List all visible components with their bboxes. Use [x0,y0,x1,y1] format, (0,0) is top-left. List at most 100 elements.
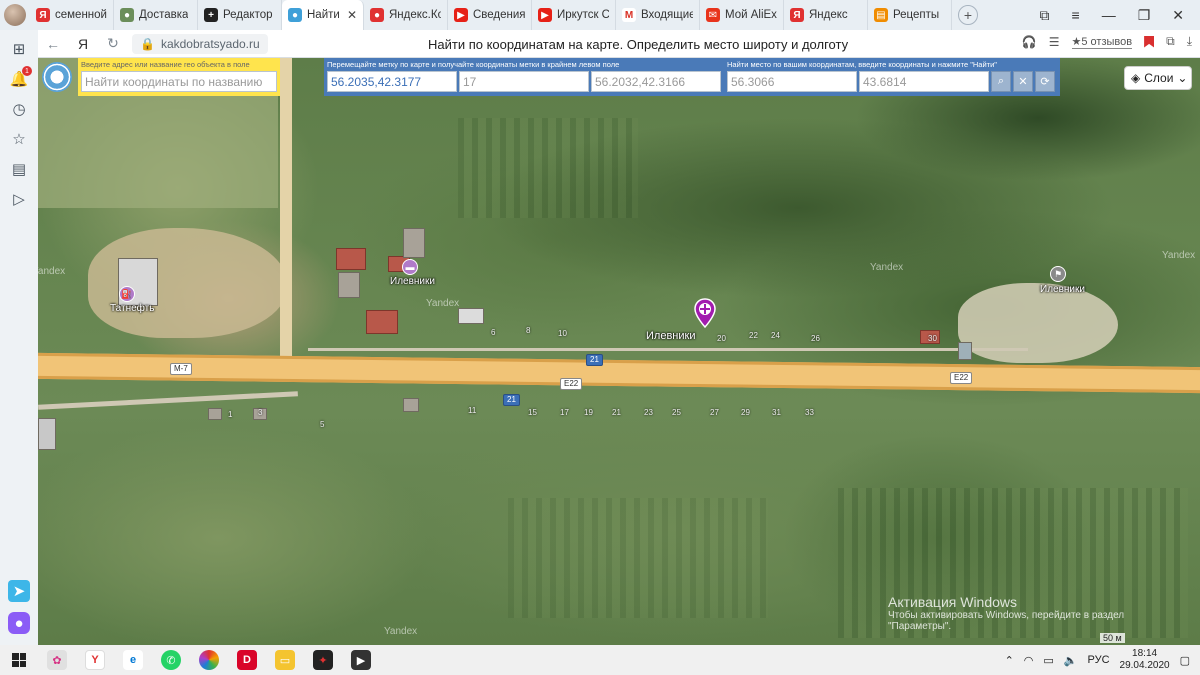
browser-tab[interactable]: ▶ Иркутск С [532,0,616,30]
search-panel-label: Введите адрес или название гео объекта в… [81,60,250,69]
taskbar-app[interactable]: ✿ [38,645,76,675]
taskbar-app[interactable]: ✦ [304,645,342,675]
minimize-icon[interactable]: — [1102,7,1116,24]
road-vertical [280,58,292,363]
flag-icon[interactable]: ⚑ [1050,266,1066,282]
browser-tab[interactable]: Я Яндекс [784,0,868,30]
tab-label: Сведения [473,9,525,21]
clock-icon[interactable]: ◷ [8,98,30,120]
browser-tab[interactable]: ▤ Рецепты [868,0,952,30]
windows-icon [12,653,26,667]
layers-button[interactable]: ◈ Слои ⌄ [1124,66,1192,90]
road-shield-e22: E22 [560,378,583,390]
latitude-input[interactable]: 56.3066 [727,71,857,92]
headphones-icon[interactable]: 🎧 [1022,35,1037,49]
profile-avatar[interactable] [0,0,30,30]
marker-coords-field[interactable]: 56.2035,42.3177 [327,71,457,92]
reader-icon[interactable]: ☰ [1049,35,1060,49]
bell-icon[interactable]: 🔔 1 [8,66,32,90]
close-tab-icon[interactable]: ✕ [347,8,357,22]
chevron-down-icon: ⌄ [1177,71,1188,85]
download-icon[interactable]: ⤓ [1187,34,1192,49]
browser-tab[interactable]: + Редактор [198,0,282,30]
building [403,228,425,258]
network-icon[interactable]: ◠ [1024,654,1034,667]
menu-icon[interactable]: ≡ [1072,7,1080,24]
grid-icon[interactable]: ⊞ [8,38,30,60]
satellite-map[interactable]: М-7 E22 E22 21 21 6 8 10 20 22 24 26 30 … [38,58,1200,645]
notes-icon[interactable]: ▤ [8,158,30,180]
tab-favicon-icon: ▤ [874,8,888,22]
taskbar-app[interactable] [190,645,228,675]
restore-icon[interactable]: ❐ [1138,7,1151,24]
tab-label: Входящие [641,9,693,21]
yandex-icon[interactable]: Я [68,36,98,52]
extensions-icon[interactable]: ⧉ [1166,34,1175,49]
longitude-input[interactable]: 43.6814 [859,71,989,92]
taskbar-app[interactable]: ✆ [152,645,190,675]
browser-tab[interactable]: Ясеменной [30,0,114,30]
browser-sidebar: ⊞ 🔔 1 ◷ ☆ ▤ ▷ ➤ ● [0,30,38,645]
layers-label: Слои [1144,71,1174,85]
place-label-hotel: Илевники [390,276,435,287]
new-tab-button[interactable]: + [958,5,978,25]
corner-coords-field[interactable]: 56.2032,42.3166 [591,71,721,92]
hotel-icon[interactable]: ▬ [402,259,418,275]
reload-icon[interactable]: ↻ [98,35,128,52]
location-pin-icon[interactable] [694,298,716,328]
house-number: 24 [771,331,780,340]
star-icon[interactable]: ☆ [8,128,30,150]
reviews-link[interactable]: ★5 отзывов [1071,35,1133,49]
search-input[interactable]: Найти координаты по названию [81,71,277,92]
taskbar-app[interactable]: ▶ [342,645,380,675]
wifi-icon[interactable]: ▭ [1043,654,1053,667]
browser-tab[interactable]: ● Доставка [114,0,198,30]
tab-favicon-icon: ▶ [454,8,468,22]
send-icon[interactable]: ➤ [8,580,30,602]
tab-label: Рецепты [893,9,940,21]
windows-activation-notice: Активация Windows Чтобы активировать Win… [888,594,1124,632]
tab-label: Иркутск С [557,9,609,21]
language-indicator[interactable]: РУС [1088,654,1110,666]
tab-favicon-icon: + [204,8,218,22]
refresh-button[interactable]: ⟳ [1035,71,1055,92]
activation-subtitle: Чтобы активировать Windows, перейдите в … [888,610,1125,621]
folder-icon: ▭ [275,650,295,670]
url-field[interactable]: 🔒 kakdobratsyado.ru [132,33,268,54]
building [366,310,398,334]
collections-icon[interactable]: ⧉ [1040,7,1050,24]
road-secondary [38,391,298,410]
tab-label: Мой AliExp [725,9,777,21]
start-button[interactable] [0,645,38,675]
logo-icon [42,62,72,92]
taskbar-app[interactable]: Y [76,645,114,675]
building [458,308,484,324]
browser-tab[interactable]: ● Найти по ✕ [282,0,364,30]
taskbar-app[interactable]: e [114,645,152,675]
chevron-up-icon[interactable]: ⌃ [1005,654,1014,667]
browser-tab[interactable]: ▶ Сведения [448,0,532,30]
volume-icon[interactable]: 🔈 [1064,654,1078,667]
fuel-station-icon[interactable]: ⛽ [119,286,135,302]
browser-tab[interactable]: ✉ Мой AliExp [700,0,784,30]
clock[interactable]: 18:14 29.04.2020 [1120,648,1170,672]
tab-favicon-icon: ▶ [538,8,552,22]
zoom-field[interactable]: 17 [459,71,589,92]
bookmark-icon[interactable] [1144,35,1155,48]
yandex-browser-icon: Y [85,650,105,670]
search-button[interactable]: ⌕ [991,71,1011,92]
back-icon[interactable]: ← [38,36,68,52]
taskbar-app[interactable]: ▭ [266,645,304,675]
site-logo[interactable] [38,58,76,96]
notifications-icon[interactable]: ▢ [1180,654,1190,667]
house-number: 5 [320,420,325,429]
search-icon: ⌕ [997,75,1005,87]
house-number: 10 [558,329,567,338]
play-icon[interactable]: ▷ [8,188,30,210]
close-window-icon[interactable]: ✕ [1172,7,1184,24]
browser-tab[interactable]: ● Яндекс.Ко [364,0,448,30]
alice-icon[interactable]: ● [8,612,30,634]
browser-tab[interactable]: M Входящие [616,0,700,30]
clear-button[interactable]: ✕ [1013,71,1033,92]
taskbar-app[interactable]: D [228,645,266,675]
